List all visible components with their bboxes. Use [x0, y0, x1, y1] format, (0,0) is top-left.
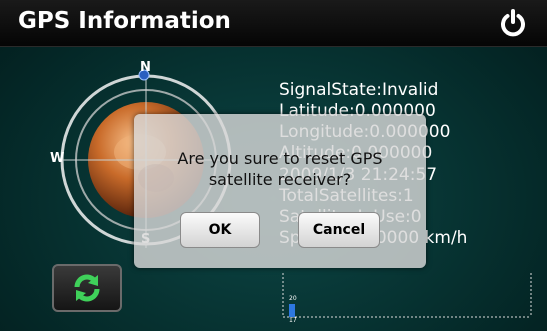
compass-north-label: N — [140, 60, 151, 75]
cancel-button[interactable]: Cancel — [298, 212, 380, 248]
signal-bar-label: 17 — [289, 317, 297, 324]
refresh-button[interactable] — [52, 264, 122, 312]
reset-confirm-dialog: Are you sure to reset GPS satellite rece… — [134, 114, 426, 268]
signal-state-text: SignalState:Invalid — [279, 80, 439, 100]
signal-bar — [289, 304, 295, 317]
refresh-icon — [74, 274, 100, 302]
power-button[interactable] — [497, 7, 529, 39]
signal-graph-frame: 20 — [282, 273, 532, 318]
signal-tick-label: 20 — [289, 295, 297, 302]
compass-west-label: W — [50, 151, 65, 166]
dialog-message-line1: Are you sure to reset GPS — [177, 149, 383, 168]
satellite-signal-graph: 20 17 — [281, 271, 534, 324]
gps-information-screen: GPS Information N W SignalState:Invalid … — [0, 0, 547, 331]
page-title: GPS Information — [18, 8, 231, 34]
power-icon — [501, 9, 525, 37]
ok-button[interactable]: OK — [180, 212, 260, 248]
title-bar: GPS Information — [0, 0, 547, 47]
dialog-message-line2: satellite receiver? — [208, 170, 352, 189]
dialog-message: Are you sure to reset GPS satellite rece… — [134, 148, 426, 190]
